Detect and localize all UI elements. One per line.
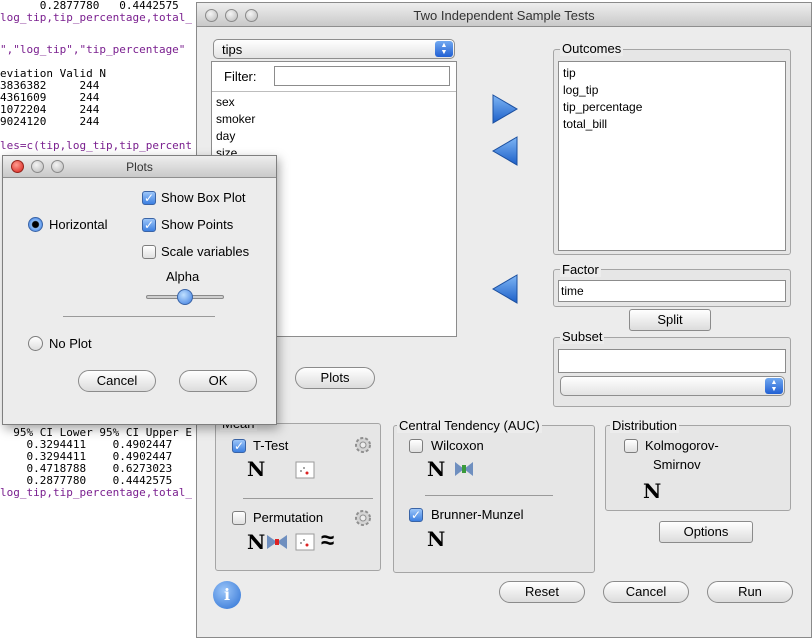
brunner-munzel-label: Brunner-Munzel <box>431 507 524 522</box>
wilcoxon-checkbox[interactable] <box>409 439 423 453</box>
dataset-value: tips <box>222 42 243 57</box>
filter-label: Filter: <box>224 69 257 84</box>
divider <box>425 495 553 496</box>
outcome-item[interactable]: tip_percentage <box>563 100 642 114</box>
split-button[interactable]: Split <box>629 309 711 331</box>
horizontal-label: Horizontal <box>49 217 108 232</box>
outcome-item[interactable]: log_tip <box>563 83 598 97</box>
scatter-icon[interactable] <box>295 533 315 551</box>
dataset-select[interactable]: tips ▲ ▼ <box>213 39 455 59</box>
console-line: ","log_tip","tip_percentage" <box>0 43 186 56</box>
gear-icon[interactable] <box>353 435 373 455</box>
permutation-label: Permutation <box>253 510 324 525</box>
variable-item[interactable]: sex <box>216 95 235 109</box>
scale-variables-label: Scale variables <box>161 244 250 259</box>
alpha-label: Alpha <box>166 269 200 284</box>
brunner-munzel-checkbox[interactable]: ✓ <box>409 508 423 522</box>
normal-dist-icon[interactable]: N <box>427 457 445 481</box>
alpha-slider[interactable] <box>146 289 224 305</box>
outcome-item[interactable]: tip <box>563 66 576 80</box>
no-plot-radio[interactable] <box>28 336 43 351</box>
subset-label: Subset <box>560 329 605 344</box>
show-box-plot-checkbox[interactable]: ✓ <box>142 191 156 205</box>
wilcoxon-label: Wilcoxon <box>431 438 484 453</box>
plots-cancel-button[interactable]: Cancel <box>78 370 156 392</box>
factor-label: Factor <box>560 262 601 277</box>
popup-arrows-icon: ▲ ▼ <box>435 41 453 57</box>
cancel-button[interactable]: Cancel <box>603 581 689 603</box>
distribution-label: Distribution <box>610 418 680 433</box>
show-box-plot-label: Show Box Plot <box>161 190 246 205</box>
scatter-icon[interactable] <box>295 461 315 479</box>
window-title: Two Independent Sample Tests <box>413 8 595 23</box>
filter-input[interactable] <box>274 66 450 86</box>
subset-select[interactable]: ▲ ▼ <box>560 376 785 396</box>
scale-variables-checkbox[interactable] <box>142 245 156 259</box>
approx-icon[interactable]: ≈ <box>321 527 334 555</box>
gear-icon[interactable] <box>353 508 373 528</box>
ks-label-line2: Smirnov <box>653 457 701 472</box>
normal-dist-icon[interactable]: N <box>247 457 265 481</box>
show-points-label: Show Points <box>161 217 234 232</box>
central-tendency-label: Central Tendency (AUC) <box>397 418 542 433</box>
variable-item[interactable]: smoker <box>216 112 255 126</box>
factor-value: time <box>561 284 584 298</box>
factor-field[interactable]: time <box>558 280 786 302</box>
ks-checkbox[interactable] <box>624 439 638 453</box>
info-icon[interactable]: i <box>213 581 241 609</box>
outcomes-label: Outcomes <box>560 41 624 56</box>
alpha-slider-knob[interactable] <box>177 289 193 305</box>
console-line: log_tip,tip_percentage,total_ <box>0 11 193 24</box>
plots-titlebar[interactable]: Plots <box>3 156 276 178</box>
boxplot-icon[interactable] <box>453 460 475 478</box>
plots-title: Plots <box>126 160 153 174</box>
plots-button[interactable]: Plots <box>295 367 375 389</box>
central-tendency-group <box>393 425 595 573</box>
plots-dialog: Plots ✓ Show Box Plot Horizontal ✓ Show … <box>2 155 277 425</box>
divider <box>243 498 373 499</box>
console-line: 9024120 244 <box>0 115 100 128</box>
outcome-item[interactable]: total_bill <box>563 117 607 131</box>
main-titlebar[interactable]: Two Independent Sample Tests <box>197 3 811 27</box>
permutation-checkbox[interactable] <box>232 511 246 525</box>
divider <box>63 316 215 317</box>
outcomes-list[interactable]: tip log_tip tip_percentage total_bill <box>558 61 786 251</box>
ks-label-line1: Kolmogorov- <box>645 438 719 453</box>
normal-dist-icon[interactable]: N <box>247 530 265 554</box>
normal-dist-icon[interactable]: N <box>643 479 661 503</box>
ttest-checkbox[interactable]: ✓ <box>232 439 246 453</box>
plots-ok-button[interactable]: OK <box>179 370 257 392</box>
horizontal-radio[interactable] <box>28 217 43 232</box>
no-plot-label: No Plot <box>49 336 92 351</box>
ttest-label: T-Test <box>253 438 289 453</box>
show-points-checkbox[interactable]: ✓ <box>142 218 156 232</box>
two-sample-tests-window: Two Independent Sample Tests tips ▲ ▼ Fil… <box>196 2 812 638</box>
run-button[interactable]: Run <box>707 581 793 603</box>
left-arrow-icon[interactable] <box>491 273 519 305</box>
reset-button[interactable]: Reset <box>499 581 585 603</box>
subset-input[interactable] <box>558 349 786 373</box>
console-line: les=c(tip,log_tip,tip_percent <box>0 139 193 152</box>
left-arrow-icon[interactable] <box>491 135 519 167</box>
console-line: log_tip,tip_percentage,total_ <box>0 486 193 499</box>
options-button[interactable]: Options <box>659 521 753 543</box>
divider <box>212 91 456 92</box>
boxplot-icon[interactable] <box>265 533 289 551</box>
normal-dist-icon[interactable]: N <box>427 527 445 551</box>
right-arrow-icon[interactable] <box>491 93 519 125</box>
popup-arrows-icon: ▲ ▼ <box>765 378 783 394</box>
variable-item[interactable]: day <box>216 129 235 143</box>
